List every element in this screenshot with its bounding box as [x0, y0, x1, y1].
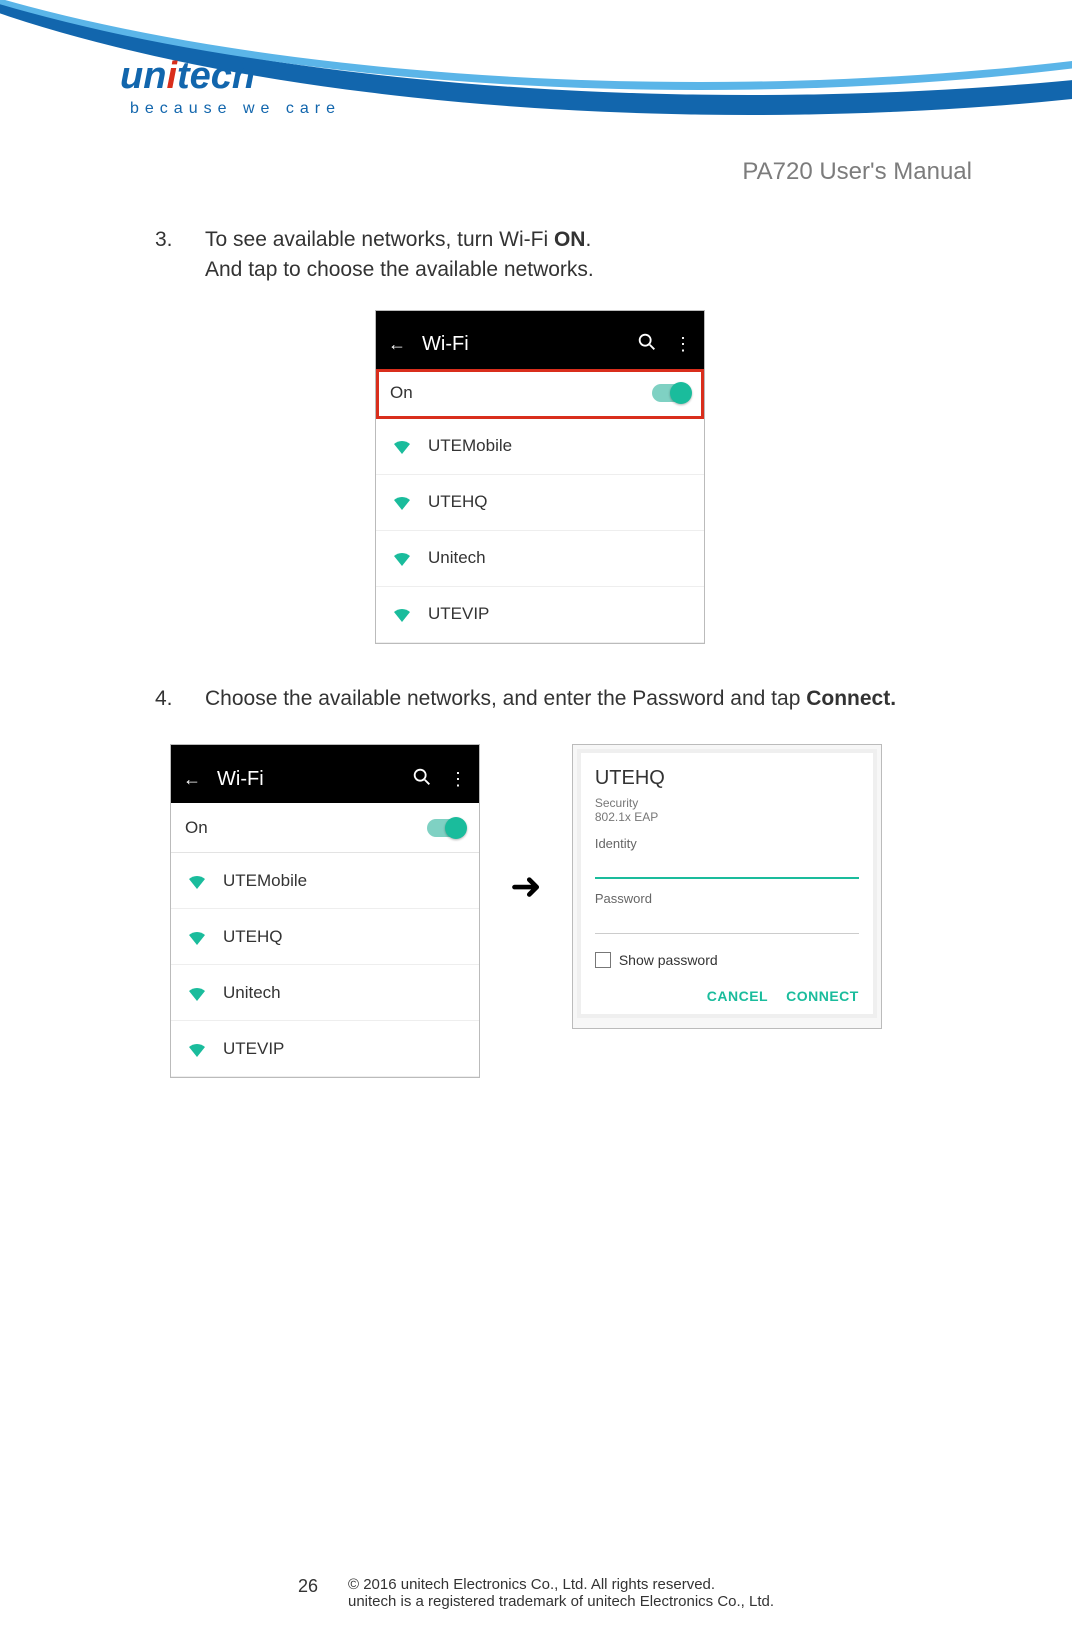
wifi-icon: [390, 434, 414, 458]
page-number: 26: [298, 1576, 318, 1597]
back-icon[interactable]: ←: [386, 334, 408, 355]
wifi-icon: [185, 925, 209, 949]
wifi-icon: [390, 490, 414, 514]
list-item[interactable]: UTEHQ: [171, 909, 479, 965]
password-field[interactable]: [595, 910, 859, 934]
step-number: 3.: [155, 225, 205, 286]
phone-statusbar: [171, 745, 479, 755]
list-item[interactable]: UTEVIP: [376, 587, 704, 643]
wifi-toggle-row[interactable]: On: [171, 803, 479, 853]
security-value: 802.1x EAP: [595, 810, 859, 824]
wifi-icon: [390, 546, 414, 570]
wifi-icon: [390, 602, 414, 626]
appbar-title: Wi-Fi: [422, 333, 622, 356]
list-item[interactable]: Unitech: [171, 965, 479, 1021]
page-content: 3. To see available networks, turn Wi-Fi…: [155, 225, 982, 1118]
dialog-ssid: UTEHQ: [595, 767, 859, 790]
step-4: 4. Choose the available networks, and en…: [155, 684, 982, 1078]
security-label: Security: [595, 796, 859, 810]
wifi-list-screenshot: ← Wi-Fi ⋮ On UTEMobile UTEHQ: [170, 744, 480, 1078]
brand-tagline: because we care: [130, 100, 341, 118]
list-item[interactable]: UTEMobile: [376, 419, 704, 475]
phone-statusbar: [376, 311, 704, 321]
appbar-title: Wi-Fi: [217, 768, 397, 791]
page-footer: 26 © 2016 unitech Electronics Co., Ltd. …: [0, 1576, 1072, 1610]
wifi-icon: [185, 869, 209, 893]
password-label: Password: [595, 891, 859, 906]
wifi-appbar: ← Wi-Fi ⋮: [376, 321, 704, 369]
wifi-appbar: ← Wi-Fi ⋮: [171, 755, 479, 803]
show-password-checkbox[interactable]: Show password: [595, 952, 859, 968]
wifi-connect-dialog-screenshot: UTEHQ Security 802.1x EAP Identity Passw…: [572, 744, 882, 1029]
step-3: 3. To see available networks, turn Wi-Fi…: [155, 225, 982, 644]
list-item[interactable]: UTEHQ: [376, 475, 704, 531]
back-icon[interactable]: ←: [181, 769, 203, 790]
overflow-icon[interactable]: ⋮: [447, 769, 469, 790]
step-number: 4.: [155, 684, 205, 714]
list-item[interactable]: Unitech: [376, 531, 704, 587]
wifi-icon: [185, 981, 209, 1005]
step-text: Choose the available networks, and enter…: [205, 684, 896, 714]
identity-field[interactable]: [595, 855, 859, 879]
overflow-icon[interactable]: ⋮: [672, 334, 694, 355]
step-text: To see available networks, turn Wi-Fi ON…: [205, 225, 594, 286]
search-icon[interactable]: [636, 331, 658, 358]
search-icon[interactable]: [411, 766, 433, 793]
copyright-text: © 2016 unitech Electronics Co., Ltd. All…: [348, 1576, 774, 1593]
wifi-toggle-row[interactable]: On: [376, 369, 704, 419]
document-title: PA720 User's Manual: [742, 158, 972, 186]
connect-button[interactable]: CONNECT: [786, 988, 859, 1004]
wifi-connect-dialog: UTEHQ Security 802.1x EAP Identity Passw…: [581, 753, 873, 1014]
list-item[interactable]: UTEMobile: [171, 853, 479, 909]
wifi-toggle-switch[interactable]: [652, 384, 690, 402]
identity-label: Identity: [595, 836, 859, 851]
list-item[interactable]: UTEVIP: [171, 1021, 479, 1077]
brand-logo: unitech: [120, 55, 255, 98]
checkbox-icon: [595, 952, 611, 968]
cancel-button[interactable]: CANCEL: [707, 988, 768, 1004]
wifi-screenshot: ← Wi-Fi ⋮ On UTEMobile UTEHQ: [375, 310, 705, 644]
wifi-toggle-switch[interactable]: [427, 819, 465, 837]
wifi-icon: [185, 1037, 209, 1061]
wifi-toggle-label: On: [390, 383, 652, 403]
arrow-right-icon: ➜: [510, 864, 542, 909]
trademark-text: unitech is a registered trademark of uni…: [348, 1593, 774, 1610]
wifi-toggle-label: On: [185, 818, 427, 838]
